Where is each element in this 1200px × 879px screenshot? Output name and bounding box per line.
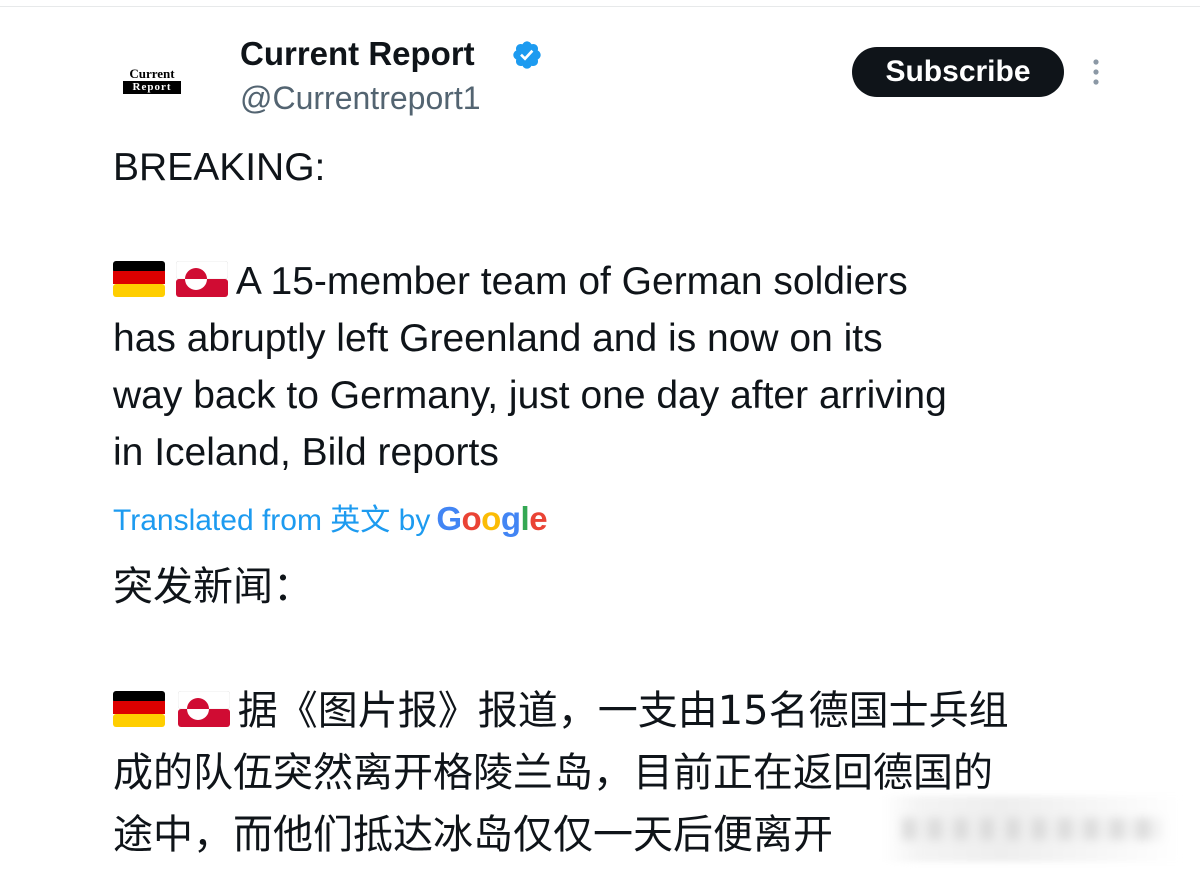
flag-pair <box>113 256 229 313</box>
tweet-text: BREAKING: A 15-member team of German sol… <box>113 139 1113 481</box>
greenland-flag-icon <box>177 690 230 727</box>
display-name[interactable]: Current Report <box>240 34 475 74</box>
tweet-line: way back to Germany, just one day after … <box>113 374 947 417</box>
tweet-line: in Iceland, Bild reports <box>113 431 499 474</box>
blurred-overlay <box>882 796 1182 862</box>
top-divider <box>0 6 1200 7</box>
more-vertical-icon[interactable] <box>1086 56 1106 88</box>
subscribe-button[interactable]: Subscribe <box>852 47 1064 97</box>
tweet-line-text: A 15-member team of German soldiers <box>235 260 908 303</box>
tweet-line: A 15-member team of German soldiers <box>113 253 1113 310</box>
avatar[interactable]: Current Report <box>104 40 200 136</box>
translated-line: 据《图片报》报道，一支由15名德国士兵组 <box>113 680 1113 742</box>
account-handle[interactable]: @Currentreport1 <box>240 78 481 118</box>
germany-flag-icon <box>113 261 165 297</box>
logo-text-top: Current <box>129 66 175 81</box>
translated-line-blank <box>113 618 1113 680</box>
translated-line-text: 据《图片报》报道，一支由15名德国士兵组 <box>237 688 1009 734</box>
logo-text-bottom: Report <box>123 81 181 94</box>
translation-label[interactable]: Translated from 英文 by <box>113 504 430 537</box>
flag-pair <box>113 683 230 745</box>
tweet-line: BREAKING: <box>113 146 326 189</box>
translated-line: 突发新闻： <box>113 564 313 610</box>
germany-flag-icon <box>113 691 165 727</box>
translation-notice[interactable]: Translated from 英文 by Google <box>113 498 548 542</box>
google-logo: Google <box>436 500 548 537</box>
translated-line: 成的队伍突然离开格陵兰岛，目前正在返回德国的 <box>113 750 993 796</box>
tweet-line: has abruptly left Greenland and is now o… <box>113 317 883 360</box>
greenland-flag-icon <box>175 260 229 297</box>
verified-badge-icon[interactable] <box>511 39 543 71</box>
